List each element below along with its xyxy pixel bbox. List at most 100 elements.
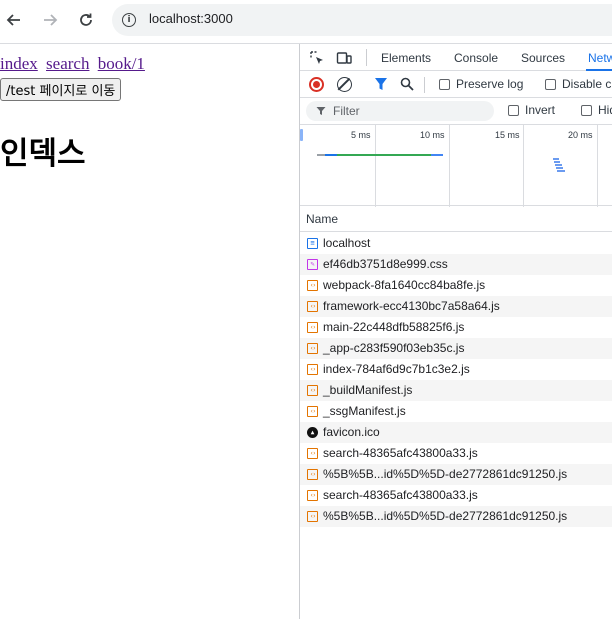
timeline-request-bar (555, 164, 562, 166)
devtools-tab-strip: Elements Console Sources Netw (300, 44, 612, 71)
request-row[interactable]: ‹› _ssgManifest.js (300, 401, 612, 422)
script-icon: ‹› (307, 385, 318, 396)
request-name: webpack-8fa1640cc84ba8fe.js (323, 278, 486, 292)
script-icon: ‹› (307, 280, 318, 291)
devtools-panel: Elements Console Sources Netw Preserve l… (299, 44, 612, 619)
link-index[interactable]: index (0, 54, 38, 73)
request-name: index-784af6d9c7b1c3e2.js (323, 362, 470, 376)
device-toolbar-icon[interactable] (336, 50, 352, 66)
timeline-request-bar (317, 154, 325, 156)
arrow-left-icon (6, 14, 20, 26)
disable-cache-label: Disable c (562, 77, 612, 91)
request-row[interactable]: ‹› %5B%5B...id%5D%5D-de2772861dc91250.js (300, 506, 612, 527)
request-row[interactable]: ▲ favicon.ico (300, 422, 612, 443)
timeline-request-bar (557, 170, 565, 172)
request-row[interactable]: ‹› %5B%5B...id%5D%5D-de2772861dc91250.js (300, 464, 612, 485)
request-list: ≡ localhost ✎ ef46db3751d8e999.css ‹› webpack… (300, 233, 612, 527)
column-header-name[interactable]: Name (300, 206, 612, 232)
timeline-request-bar (556, 167, 563, 169)
tab-console[interactable]: Console (454, 51, 498, 65)
back-button[interactable] (0, 8, 28, 32)
site-info-icon[interactable]: i (122, 13, 136, 27)
timeline-request-bar (325, 154, 337, 156)
favicon-icon: ▲ (307, 427, 318, 438)
link-book[interactable]: book/1 (98, 54, 145, 73)
timeline-label-5ms: 5 ms (351, 130, 371, 140)
request-name: _app-c283f590f03eb35c.js (323, 341, 465, 355)
timeline-handle[interactable] (300, 129, 303, 141)
request-name: search-48365afc43800a33.js (323, 446, 478, 460)
script-icon: ‹› (307, 469, 318, 480)
go-to-test-button[interactable]: /test 페이지로 이동 (0, 78, 122, 101)
record-icon[interactable] (309, 77, 324, 92)
filter-funnel-icon[interactable] (374, 77, 388, 92)
request-name: search-48365afc43800a33.js (323, 488, 478, 502)
inspect-element-icon[interactable] (309, 50, 325, 66)
request-row[interactable]: ‹› _buildManifest.js (300, 380, 612, 401)
timeline-request-bar (554, 161, 560, 163)
search-icon[interactable] (400, 77, 414, 91)
request-row[interactable]: ‹› _app-c283f590f03eb35c.js (300, 338, 612, 359)
request-row[interactable]: ‹› index-784af6d9c7b1c3e2.js (300, 359, 612, 380)
request-row[interactable]: ‹› search-48365afc43800a33.js (300, 443, 612, 464)
network-action-bar: Preserve log Disable c (300, 71, 612, 98)
browser-toolbar: i localhost:3000 (0, 0, 612, 44)
hide-data-urls-checkbox[interactable] (581, 105, 592, 116)
name-column-label: Name (306, 212, 339, 226)
timeline-request-bar (431, 154, 443, 156)
timeline-label-15ms: 15 ms (495, 130, 520, 140)
network-overview-timeline[interactable]: 5 ms 10 ms 15 ms 20 ms (300, 124, 612, 207)
filter-input[interactable]: Filter (306, 101, 494, 121)
request-row[interactable]: ✎ ef46db3751d8e999.css (300, 254, 612, 275)
filter-row: Filter Invert Hid (300, 98, 612, 124)
script-icon: ‹› (307, 322, 318, 333)
request-name: localhost (323, 236, 371, 250)
toolbar-divider (366, 49, 367, 66)
timeline-request-bar (337, 154, 431, 156)
page-viewport: index search book/1 /test 페이지로 이동 인덱스 (0, 44, 299, 619)
tab-elements[interactable]: Elements (381, 51, 431, 65)
stylesheet-icon: ✎ (307, 259, 318, 270)
tab-sources[interactable]: Sources (521, 51, 565, 65)
script-icon: ‹› (307, 511, 318, 522)
invert-checkbox[interactable] (508, 105, 519, 116)
timeline-gridline (523, 125, 524, 207)
request-name: %5B%5B...id%5D%5D-de2772861dc91250.js (323, 467, 568, 481)
action-bar-divider (424, 77, 425, 93)
nav-links: index search book/1 (0, 54, 149, 74)
request-row[interactable]: ‹› main-22c448dfb58825f6.js (300, 317, 612, 338)
disable-cache-checkbox[interactable] (545, 79, 556, 90)
request-name: favicon.ico (323, 425, 380, 439)
forward-button[interactable] (36, 8, 64, 32)
request-row[interactable]: ≡ localhost (300, 233, 612, 254)
preserve-log-checkbox[interactable] (439, 79, 450, 90)
hide-label: Hid (598, 103, 612, 117)
script-icon: ‹› (307, 490, 318, 501)
filter-placeholder: Filter (333, 104, 360, 118)
clear-icon[interactable] (337, 77, 352, 92)
timeline-gridline (375, 125, 376, 207)
request-row[interactable]: ‹› search-48365afc43800a33.js (300, 485, 612, 506)
preserve-log-label: Preserve log (456, 77, 524, 91)
document-icon: ≡ (307, 238, 318, 249)
page-heading: 인덱스 (0, 136, 86, 172)
tab-network[interactable]: Netw (588, 51, 612, 65)
timeline-gridline (597, 125, 598, 207)
request-row[interactable]: ‹› framework-ecc4130bc7a58a64.js (300, 296, 612, 317)
timeline-request-bar (553, 158, 559, 160)
reload-button[interactable] (72, 8, 100, 32)
timeline-label-10ms: 10 ms (420, 130, 445, 140)
request-name: main-22c448dfb58825f6.js (323, 320, 465, 334)
request-name: _buildManifest.js (323, 383, 413, 397)
request-name: %5B%5B...id%5D%5D-de2772861dc91250.js (323, 509, 568, 523)
request-name: _ssgManifest.js (323, 404, 406, 418)
timeline-label-20ms: 20 ms (568, 130, 593, 140)
request-name: framework-ecc4130bc7a58a64.js (323, 299, 500, 313)
url-text: localhost:3000 (149, 11, 233, 26)
script-icon: ‹› (307, 301, 318, 312)
address-bar[interactable]: i localhost:3000 (112, 4, 612, 36)
request-name: ef46db3751d8e999.css (323, 257, 448, 271)
filter-icon (316, 107, 326, 115)
request-row[interactable]: ‹› webpack-8fa1640cc84ba8fe.js (300, 275, 612, 296)
link-search[interactable]: search (46, 54, 89, 73)
